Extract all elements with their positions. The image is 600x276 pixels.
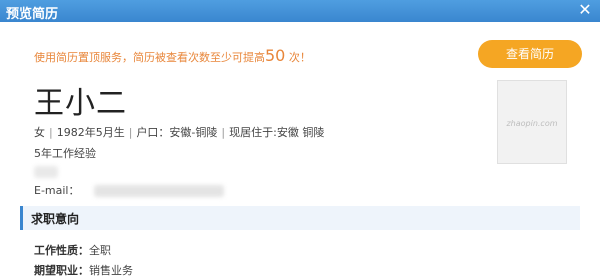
residence: 现居住于:安徽 铜陵	[229, 126, 325, 139]
redacted-email	[93, 185, 224, 197]
divider: |	[221, 126, 226, 139]
hukou: 户口：安徽-铜陵	[136, 126, 218, 139]
divider: |	[128, 126, 133, 139]
promo-text: 使用简历置顶服务，简历被查看次数至少可提高	[34, 51, 265, 64]
window-title: 预览简历	[6, 7, 59, 22]
promo-suffix: 次！	[285, 51, 311, 64]
gender: 女	[34, 126, 45, 139]
section-header-job-intent: 求职意向	[20, 206, 580, 230]
candidate-name: 王小二	[34, 86, 127, 121]
desired-role-label: 期望职业：	[34, 264, 89, 276]
promo-banner: 使用简历置顶服务，简历被查看次数至少可提高50 次！	[34, 46, 311, 65]
section-title: 求职意向	[31, 212, 80, 226]
desired-role-value: 销售业务	[89, 264, 133, 276]
redacted-phone	[34, 166, 58, 178]
birth-date: 1982年5月生	[56, 126, 125, 139]
desired-role-row: 期望职业：销售业务	[34, 262, 133, 276]
email-label: E-mail：	[34, 184, 80, 197]
basic-info: 女 | 1982年5月生 | 户口：安徽-铜陵 | 现居住于:安徽 铜陵	[34, 124, 324, 140]
close-icon[interactable]: ✕	[576, 1, 594, 19]
photo-watermark: zhaopin.com	[506, 119, 558, 128]
profile-photo: zhaopin.com	[497, 80, 567, 164]
job-type-value: 全职	[89, 244, 111, 257]
work-experience: 5年工作经验	[34, 147, 96, 160]
email-row: E-mail：	[34, 182, 224, 198]
divider: |	[49, 126, 53, 139]
promo-number: 50	[265, 46, 286, 65]
job-type-label: 工作性质：	[34, 244, 89, 257]
job-type-row: 工作性质：全职	[34, 242, 111, 258]
view-resume-button[interactable]: 查看简历	[478, 40, 582, 68]
window-titlebar: 预览简历 ✕	[0, 0, 600, 22]
